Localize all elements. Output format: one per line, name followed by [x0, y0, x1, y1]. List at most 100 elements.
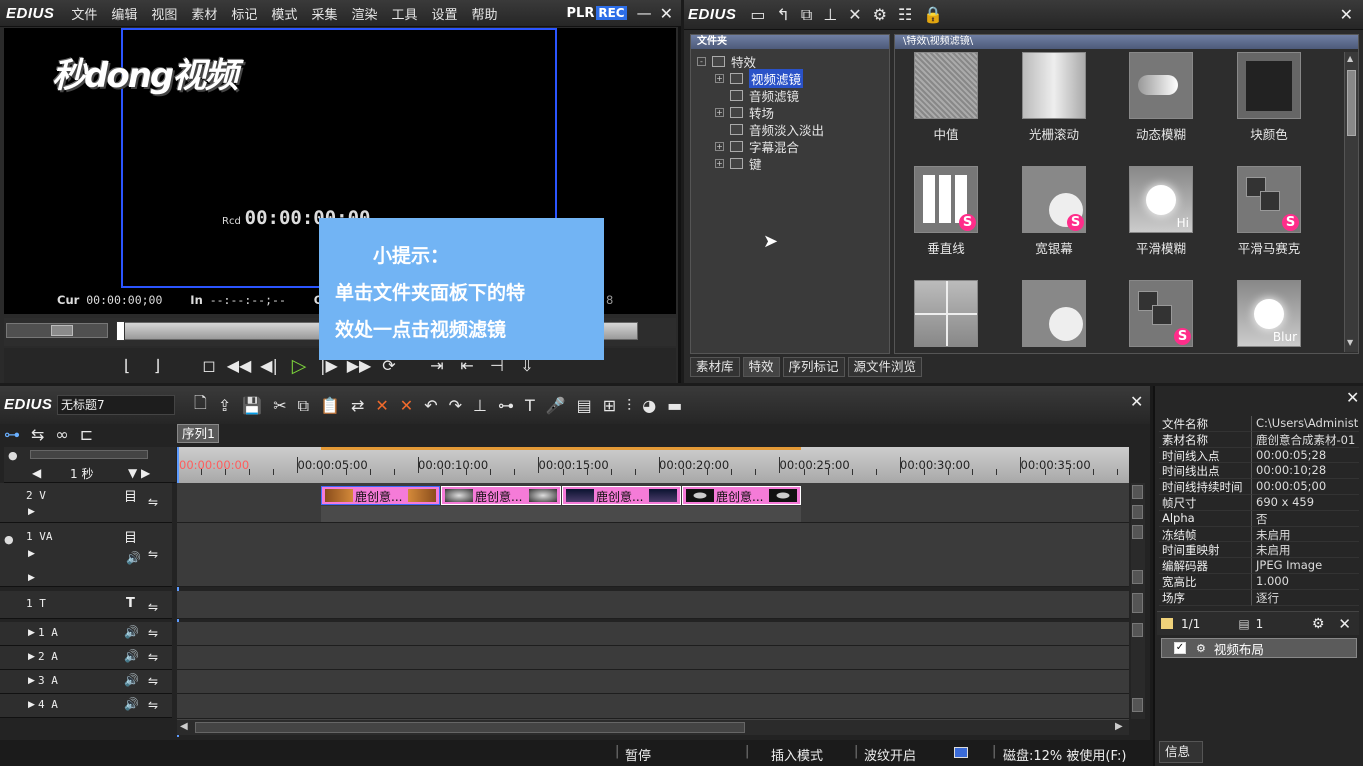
- settings-icon[interactable]: ⚙: [1312, 616, 1325, 632]
- track-sync-icon[interactable]: ⇋: [148, 650, 158, 664]
- menu-mode[interactable]: 模式: [264, 4, 304, 23]
- track-sync-icon[interactable]: ⇋: [148, 674, 158, 688]
- timeline-clip[interactable]: 鹿创意...: [682, 486, 801, 505]
- track-mute-icon[interactable]: 目: [124, 486, 137, 505]
- title-icon[interactable]: T: [525, 396, 535, 415]
- speaker-icon[interactable]: 🔊: [124, 649, 139, 663]
- bin-scroll-thumb[interactable]: [1347, 70, 1356, 136]
- expand-track-icon[interactable]: ▶: [28, 676, 35, 686]
- scale-right-icon[interactable]: ▼ ▶: [128, 466, 150, 480]
- track-mute-icon[interactable]: 目: [124, 527, 137, 546]
- effect-motion-blur[interactable]: 动态模糊: [1129, 52, 1193, 143]
- track-sync-icon[interactable]: ⇋: [148, 547, 158, 561]
- track-lane-4a[interactable]: [177, 694, 1129, 719]
- menu-clip[interactable]: 素材: [184, 4, 224, 23]
- menu-file[interactable]: 文件: [64, 4, 104, 23]
- speaker-icon[interactable]: 🔊: [124, 697, 139, 711]
- scale-left-icon[interactable]: ◀: [32, 466, 41, 480]
- redo-icon[interactable]: ↷: [449, 396, 462, 415]
- hscroll-thumb[interactable]: [195, 722, 745, 733]
- timeline-close-icon[interactable]: ✕: [1130, 392, 1143, 411]
- play-icon[interactable]: ▷: [284, 353, 314, 379]
- track-sync-icon[interactable]: ⇋: [148, 698, 158, 712]
- view-mode-icon[interactable]: ☷: [898, 5, 912, 24]
- expand-icon[interactable]: +: [715, 141, 724, 151]
- open-icon[interactable]: ⇪: [218, 396, 231, 415]
- add-clip-icon[interactable]: ⧉: [801, 5, 812, 25]
- track-header-3a[interactable]: ▶ 3 A 🔊 ⇋: [0, 670, 172, 694]
- info-close-icon[interactable]: ✕: [1346, 388, 1359, 407]
- track-sync-icon[interactable]: ⇋: [148, 600, 158, 614]
- plr-button[interactable]: PLR: [567, 6, 595, 21]
- tree-item-video-filters[interactable]: + 视频滤镜: [715, 68, 804, 88]
- track-header-1t[interactable]: 1 T T ⇋: [0, 591, 172, 619]
- shuttle-slider[interactable]: [6, 323, 108, 338]
- expand-track-icon[interactable]: ▶: [28, 628, 35, 638]
- effect-median[interactable]: 中值: [914, 52, 978, 143]
- expand-track-icon[interactable]: ▶: [28, 507, 35, 517]
- tree-item-audio-filters[interactable]: 音频滤镜: [730, 87, 799, 104]
- paste-icon[interactable]: 📋: [320, 396, 340, 415]
- timeline-clip[interactable]: 鹿创意...: [562, 486, 681, 505]
- tab-bin[interactable]: 素材库: [690, 357, 740, 377]
- track-sync-icon[interactable]: ⇋: [148, 626, 158, 640]
- expand-track-icon[interactable]: ▶: [28, 700, 35, 710]
- scroll-up-icon[interactable]: ▲: [1347, 54, 1356, 64]
- menu-view[interactable]: 视图: [144, 4, 184, 23]
- microphone-icon[interactable]: 🎤: [546, 396, 566, 415]
- track-lane-1a[interactable]: [177, 622, 1129, 646]
- status-insert-mode[interactable]: 插入模式: [771, 745, 823, 764]
- undo-icon[interactable]: ↶: [424, 396, 437, 415]
- timeline-clip[interactable]: 鹿创意...: [321, 486, 440, 505]
- expand-icon[interactable]: +: [715, 158, 724, 168]
- menu-render[interactable]: 渲染: [344, 4, 384, 23]
- menu-edit[interactable]: 编辑: [104, 4, 144, 23]
- track-header-4a[interactable]: ▶ 4 A 🔊 ⇋: [0, 694, 172, 718]
- track-lane-3a[interactable]: [177, 670, 1129, 694]
- speaker-icon[interactable]: 🔊: [124, 625, 139, 639]
- tree-item-transitions[interactable]: + 转场: [715, 104, 774, 121]
- checkbox-icon[interactable]: ✓: [1174, 642, 1186, 654]
- new-sequence-icon[interactable]: 🗋: [194, 392, 207, 419]
- timeline-clip[interactable]: 鹿创意...: [441, 486, 561, 505]
- effect-block-color[interactable]: 块颜色: [1237, 52, 1301, 143]
- zoom-slider[interactable]: [30, 450, 148, 459]
- menu-capture[interactable]: 采集: [304, 4, 344, 23]
- step-back-icon[interactable]: ◀|: [254, 353, 284, 379]
- track-lane-2a[interactable]: [177, 646, 1129, 670]
- effect-raster-scroll[interactable]: 光栅滚动: [1022, 52, 1086, 143]
- effect-thumb-row3-1[interactable]: [914, 280, 978, 352]
- color-icon[interactable]: ◕: [642, 396, 656, 415]
- snap-icon[interactable]: ⊏: [80, 425, 93, 444]
- effect-widescreen[interactable]: S 宽银幕: [1022, 166, 1086, 257]
- tree-item-audio-fade[interactable]: 音频淡入淡出: [730, 121, 824, 138]
- timeline-vscroll[interactable]: [1131, 483, 1145, 719]
- timeline-hscroll[interactable]: ◀ ▶: [177, 719, 1129, 735]
- sequence-tab[interactable]: 序列1: [177, 424, 219, 443]
- track-header-1va[interactable]: ● 1 VA 目 🔊 ⇋ ▶ ▶: [0, 523, 172, 587]
- scroll-left-icon[interactable]: ◀: [180, 721, 188, 732]
- track-lane-1va[interactable]: [177, 523, 1129, 587]
- tab-sequence-markers[interactable]: 序列标记: [782, 357, 845, 377]
- effect-vertical-lines[interactable]: S 垂直线: [914, 166, 978, 257]
- effect-thumb-row3-2[interactable]: [1022, 280, 1086, 352]
- track-header-2v[interactable]: 2 V 目 ⇋ ▶: [0, 483, 172, 523]
- tree-item-keys[interactable]: + 键: [715, 155, 762, 172]
- menu-settings[interactable]: 设置: [424, 4, 464, 23]
- effect-smooth-blur[interactable]: Hi 平滑模糊: [1129, 166, 1193, 257]
- save-icon[interactable]: 💾: [242, 396, 262, 415]
- ripple-icon[interactable]: ∞: [55, 425, 68, 444]
- expand-track-icon[interactable]: ▶: [28, 549, 35, 559]
- expand-track-icon[interactable]: ▶: [28, 652, 35, 662]
- add-cut-icon[interactable]: ⊥: [473, 396, 487, 415]
- scroll-right-icon[interactable]: ▶: [1115, 721, 1123, 732]
- menu-marker[interactable]: 标记: [224, 4, 264, 23]
- status-ripple[interactable]: 波纹开启: [864, 745, 916, 764]
- mode-icon[interactable]: ⇆: [31, 425, 44, 444]
- effect-thumb-row3-4[interactable]: Blur: [1237, 280, 1301, 352]
- mixer-icon[interactable]: ⫶: [627, 396, 631, 416]
- effect-smooth-mosaic[interactable]: S 平滑马赛克: [1237, 166, 1301, 257]
- bin-close-icon[interactable]: ✕: [1340, 5, 1353, 24]
- set-in-icon[interactable]: ⌊: [112, 353, 142, 379]
- collapse-icon[interactable]: -: [697, 56, 706, 66]
